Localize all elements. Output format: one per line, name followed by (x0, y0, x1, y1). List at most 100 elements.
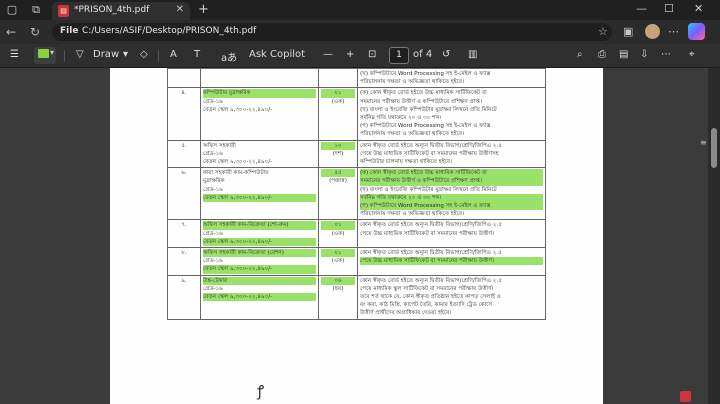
save-icon[interactable]: ▤ (619, 49, 628, 60)
refresh-icon[interactable]: ↻ (30, 25, 40, 39)
serial-cell: ৪. (167, 87, 201, 141)
post-line: গ্রেড-১৬ (203, 186, 223, 193)
post-line: বেতন স্কেল ৯,৩০০-২২,৪৯০/- (203, 193, 316, 203)
draw-label[interactable]: Draw (93, 49, 119, 60)
serial-number: ৫. (181, 142, 187, 149)
qualification-line: সর্বনিম্ন গতি যথাক্রমে ২০ ও ৩০ শব্দ। (360, 193, 543, 203)
rotate-icon[interactable]: ↺ (442, 49, 450, 60)
save-as-icon[interactable]: ⇩ (640, 49, 648, 60)
pdf-page: (খ) কম্পিউটারে Word Processing সহ ই-মেইল… (110, 67, 603, 404)
add-text-icon[interactable]: T (194, 49, 200, 60)
minimize-icon[interactable]: — (636, 2, 647, 15)
back-icon[interactable]: ← (6, 25, 16, 39)
qualification-line: পরিচালনায় দক্ষতা ও অভিজ্ঞতা থাকিতে হইবে… (360, 79, 465, 86)
settings-icon[interactable]: ⋯ (661, 49, 671, 60)
vacancy-cell: ৫৫ (পঞ্চান্ন) (318, 167, 358, 221)
qualification-cell: কোন স্বীকৃত বোর্ড হইতে অন্যূন দ্বিতীয় ব… (357, 274, 546, 320)
post-cell: টাঙ্ক-টেকার গ্রেড-১৬ বেতন স্কেল ৯,৩০০-২২,৪… (200, 274, 319, 320)
vacancy-cell: ০১ (এক) (318, 87, 358, 141)
vacancy-count: ০৬ (321, 276, 355, 285)
read-aloud-icon[interactable]: aあ (221, 49, 237, 64)
qualification-cell: (ক) কোন স্বীকৃত বোর্ড হইতে উচ্চ মাধ্যমিক… (357, 167, 546, 221)
collections-icon[interactable]: ▣ (623, 25, 633, 38)
text-icon[interactable]: A (170, 49, 177, 60)
vacancy-count: ০১ (321, 249, 355, 258)
post-cell: কারা সহকারী কাম-কম্পিউটার মুদ্রাক্ষরিক গ্র… (200, 167, 319, 221)
post-line: বেতন স্কেল ৯,৩০০-২২,৪৯০/- (203, 265, 316, 274)
qualification-line: রং করা, কাঠ মিস্ত্রি, কাপেট তৈরি, কামার … (360, 302, 493, 309)
browser-tab-active[interactable]: ▤ *PRISON_4th.pdf ✕ (52, 2, 190, 20)
fit-page-icon[interactable]: ⊡ (368, 49, 376, 60)
page-view-icon[interactable]: ▥ (468, 49, 477, 60)
serial-cell: ৬. (167, 167, 201, 221)
table-row: ৭. অফিস সহকারী কাম-বিক্রেতা (শো-রুম) গ্রেড… (167, 219, 546, 249)
scrollbar-thumb[interactable] (711, 128, 717, 168)
zoom-in-icon[interactable]: + (346, 49, 354, 60)
post-line: বেতন স্কেল ৯,৩০০-২২,৪৯০/- (203, 106, 273, 113)
serial-cell: ৭. (167, 219, 201, 249)
qualification-line: পেয়ে উচ্চ মাধ্যমিক সার্টিফিকেট বা সমমান… (360, 230, 495, 237)
post-cell: অফিস সহকারী গ্রেড-১৬ বেতন স্কেল ৯,৩০০-২২,৪… (200, 139, 319, 169)
search-icon[interactable]: ⌕ (577, 49, 583, 60)
vacancy-cell: ০১ (এক) (318, 247, 358, 276)
pdf-toolbar: ☰ ▾ ▽ Draw ▾ ◇ A T aあ Ask Copilot — + ⊡ … (0, 44, 720, 68)
print-icon[interactable]: ⎙ (598, 49, 606, 60)
qualification-line: সর্বনিম্ন গতি যথাক্রমে ২০ ও ৩০ শব্দ। (360, 115, 442, 122)
qualification-line: পরিচালনায় দক্ষতা ও অভিজ্ঞতা থাকিতে হইবে… (360, 211, 465, 218)
qualification-line: কোন স্বীকৃত বোর্ড হইতে অন্যূন দ্বিতীয় ব… (360, 277, 502, 284)
favorite-icon[interactable]: ☆ (598, 25, 608, 38)
qualification-line: (ক) কোন স্বীকৃত বোর্ড হইতে উচ্চ মাধ্যমিক… (360, 169, 543, 178)
close-window-icon[interactable]: ✕ (694, 2, 703, 15)
ask-copilot-button[interactable]: Ask Copilot (249, 49, 305, 60)
new-tab-button[interactable]: + (198, 2, 209, 17)
chevron-down-icon[interactable]: ▾ (50, 48, 54, 57)
file-scheme-label: File (60, 26, 79, 36)
vacancy-count: ০১ (321, 221, 355, 230)
qualification-line: (গ) কম্পিউটারে Word Processing সহ ই-মেইল… (360, 202, 543, 211)
vacancy-count: (এক) (331, 258, 345, 265)
eraser-icon[interactable]: ◇ (140, 49, 148, 60)
qualification-line: পরিচালনায় দক্ষতা ও অভিজ্ঞতা থাকিতে হইবে… (360, 131, 465, 138)
close-tab-icon[interactable]: ✕ (176, 4, 184, 15)
table-row: ৬. কারা সহকারী কাম-কম্পিউটার মুদ্রাক্ষরিক গ… (167, 167, 546, 221)
post-line: কারা সহকারী কাম-কম্পিউটার (203, 170, 269, 177)
qualification-line: তবে শর্ত থাকে যে, কোন স্বীকৃত প্রতিষ্ঠান… (360, 294, 501, 301)
workspaces-icon[interactable]: ⧉ (29, 3, 43, 17)
copilot-icon[interactable] (688, 23, 705, 40)
draw-icon[interactable]: ▽ (76, 49, 84, 60)
address-bar[interactable]: File C:/Users/ASIF/Desktop/PRISON_4th.pd… (52, 23, 612, 41)
qualification-cell: কোন স্বীকৃত বোর্ড হইতে অন্যূন দ্বিতীয় ব… (357, 219, 546, 249)
browser-tab-bar: ▢ ⧉ ▤ *PRISON_4th.pdf ✕ + — ☐ ✕ (0, 0, 720, 20)
post-line: বেতন স্কেল ৯,৩০০-২২,৪৯০/- (203, 159, 273, 166)
vertical-scrollbar[interactable] (708, 68, 720, 404)
url-text: C:/Users/ASIF/Desktop/PRISON_4th.pdf (82, 26, 257, 36)
profile-icon[interactable]: ▢ (5, 3, 19, 17)
highlight-button[interactable]: ▾ (34, 47, 56, 64)
vacancy-count: (ছয়) (332, 285, 344, 292)
qualification-line: (খ) বাংলা ও ইংরেজি কম্পিউটার মুদ্রাক্ষর … (360, 186, 497, 193)
signature: ꝭ (257, 382, 265, 400)
more-icon[interactable]: ⋯ (668, 25, 679, 38)
post-line: বেতন স্কেল ৯,৩০০-২২,৪৯০/- (203, 293, 316, 302)
page-number-input[interactable]: 1 (389, 47, 409, 64)
post-line: টাঙ্ক-টেকার (203, 276, 316, 285)
chevron-down-icon[interactable]: ▾ (123, 49, 128, 60)
vacancy-count: ৫৫ (321, 169, 355, 178)
avatar[interactable] (645, 24, 660, 39)
pin-icon[interactable]: ⌖ (689, 49, 695, 60)
table-row: (খ) কম্পিউটারে Word Processing সহ ই-মেইল… (167, 67, 546, 89)
qualification-line: সমমানের পরীক্ষায় উত্তীর্ণ ও কম্পিউটারে … (360, 177, 543, 186)
post-cell: অফিস সহকারী কাম-বিক্রেতা (শো-রুম) গ্রেড-১… (200, 219, 319, 249)
contents-icon[interactable]: ☰ (10, 49, 19, 60)
qualification-cell: কোন স্বীকৃত বোর্ড হইতে অন্যূন দ্বিতীয় ব… (357, 247, 546, 276)
serial-number: ৮. (181, 250, 187, 257)
qualification-line: পেয়ে উচ্চ মাধ্যমিক সার্টিফিকেট বা সমমান… (360, 150, 499, 157)
vacancy-cell (318, 67, 358, 89)
post-cell: অফিস সহকারী কাম-বিক্রেতা (রেশন) গ্রেড-১৬ ব… (200, 247, 319, 276)
divider (64, 50, 65, 62)
vacancy-count: ০১ (321, 89, 355, 98)
zoom-out-icon[interactable]: — (323, 49, 333, 60)
vacancy-count: ১০ (321, 141, 355, 150)
maximize-icon[interactable]: ☐ (664, 2, 674, 15)
qualification-line: (খ) কম্পিউটারে Word Processing সহ ই-মেইল… (360, 71, 491, 77)
